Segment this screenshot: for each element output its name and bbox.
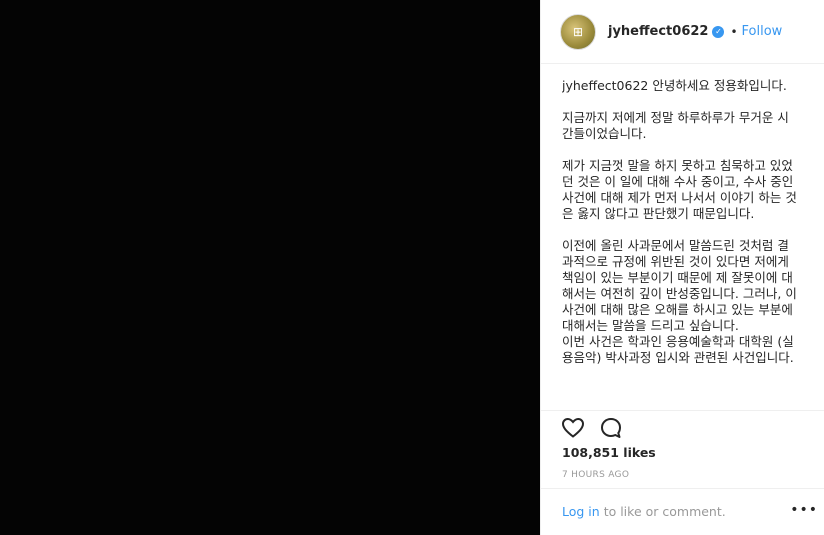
separator-dot: • — [730, 24, 738, 39]
profile-avatar[interactable]: ⊞ — [560, 13, 596, 50]
avatar-glyph-icon: ⊞ — [572, 24, 584, 39]
caption-username[interactable]: jyheffect0622 — [562, 78, 648, 93]
post-media — [0, 0, 540, 535]
divider — [541, 410, 824, 411]
username-link[interactable]: jyheffect0622 — [608, 24, 708, 39]
login-link[interactable]: Log in — [562, 504, 600, 519]
post-header: ⊞ jyheffect0622 ✓ • Follow — [541, 0, 824, 64]
caption-paragraph: 제가 지금껏 말을 하지 못하고 침묵하고 있었던 것은 이 일에 대해 수사 … — [562, 158, 798, 221]
login-prompt: Log in to like or comment. — [562, 504, 726, 519]
post-caption: jyheffect0622 안녕하세요 정용화입니다. 지금까지 저에게 정말 … — [562, 78, 798, 410]
follow-button[interactable]: Follow — [742, 24, 783, 39]
login-prompt-text: to like or comment. — [603, 504, 726, 519]
caption-paragraph: jyheffect0622 안녕하세요 정용화입니다. — [562, 78, 798, 94]
caption-text: 안녕하세요 정용화입니다. — [652, 78, 787, 93]
post-side-panel: ⊞ jyheffect0622 ✓ • Follow jyheffect0622… — [540, 0, 824, 535]
likes-count[interactable]: 108,851 likes — [562, 445, 656, 460]
verified-badge-icon: ✓ — [712, 25, 725, 38]
divider — [541, 488, 824, 489]
caption-paragraph: 지금까지 저에게 정말 하루하루가 무거운 시간들이었습니다. — [562, 110, 789, 141]
comment-icon[interactable] — [599, 416, 623, 444]
more-options-button[interactable]: ••• — [790, 502, 818, 518]
caption-paragraph: 이전에 올린 사과문에서 말씀드린 것처럼 결과적으로 규정에 위반된 것이 있… — [562, 238, 797, 365]
heart-icon[interactable] — [561, 416, 585, 444]
post-timestamp: 7 HOURS AGO — [562, 470, 630, 480]
action-bar — [561, 416, 623, 444]
